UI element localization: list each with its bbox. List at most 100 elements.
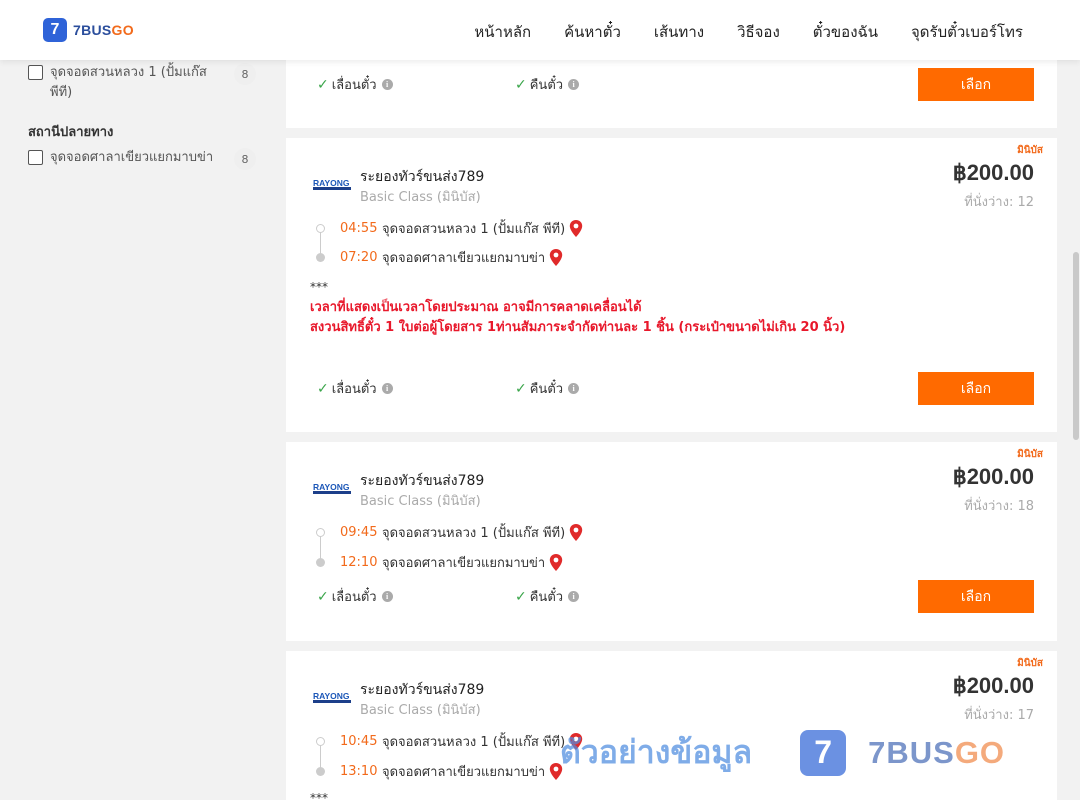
map-pin-icon[interactable]	[569, 220, 583, 237]
refund-ticket-label: คืนตั๋ว	[529, 78, 564, 93]
operator-logo: RAYONG	[313, 691, 351, 703]
operator-name: ระยองทัวร์ขนส่ง789	[360, 682, 485, 698]
nav-search-ticket[interactable]: ค้นหาตั๋ว	[564, 20, 621, 44]
refund-ticket-option: ✓ คืนตั๋ว i	[515, 586, 580, 607]
bus-type-badge: มินิบัส	[1017, 145, 1043, 156]
arrival-place: จุดจอดศาลาเขียวแยกมาบข่า	[382, 251, 546, 266]
info-icon[interactable]: i	[381, 383, 393, 394]
destination-filter-count: 8	[234, 148, 256, 170]
refund-ticket-option: ✓ คืนตั๋ว i	[515, 378, 580, 399]
bus-type-badge: มินิบัส	[1017, 658, 1043, 669]
departure-stop: 10:45 จุดจอดสวนหลวง 1 (ปั้มแก๊ส พีที)	[316, 731, 583, 752]
arrival-dot	[316, 253, 325, 262]
departure-stop: 09:45 จุดจอดสวนหลวง 1 (ปั้มแก๊ส พีที)	[316, 522, 583, 543]
change-ticket-option: ✓ เลื่อนตั๋ว i	[317, 74, 393, 95]
nav-ticket-pickup[interactable]: จุดรับตั๋วเบอร์โทร	[911, 20, 1023, 44]
origin-filter-item[interactable]: จุดจอดสวนหลวง 1 (ปั้มแก๊ส พีที) 8	[28, 63, 256, 103]
ticket-price: ฿200.00	[952, 464, 1034, 489]
trip-card-partial: ✓ เลื่อนตั๋ว i ✓ คืนตั๋ว i เลือก	[286, 50, 1057, 128]
info-icon[interactable]: i	[568, 79, 580, 90]
departure-place: จุดจอดสวนหลวง 1 (ปั้มแก๊ส พีที)	[382, 735, 566, 750]
change-ticket-label: เลื่อนตั๋ว	[331, 590, 377, 605]
logo-mark: 7	[43, 18, 67, 42]
operator-logo: RAYONG	[313, 482, 351, 494]
site-logo[interactable]: 7 7BUSGO	[43, 18, 134, 42]
nav-routes[interactable]: เส้นทาง	[654, 20, 704, 44]
change-ticket-label: เลื่อนตั๋ว	[331, 78, 377, 93]
change-ticket-option: ✓ เลื่อนตั๋ว i	[317, 378, 393, 399]
trip-card: มินิบัส RAYONG ระยองทัวร์ขนส่ง789 Basic …	[286, 138, 1057, 432]
arrival-dot	[316, 767, 325, 776]
check-icon: ✓	[515, 588, 527, 605]
info-icon[interactable]: i	[568, 383, 580, 394]
arrival-stop: 12:10 จุดจอดศาลาเขียวแยกมาบข่า	[316, 552, 563, 573]
svg-text:RAYONG: RAYONG	[313, 178, 350, 188]
trip-note-luggage: สงวนสิทธิ์ตั๋ว 1 ใบต่อผู้โดยสาร 1ท่านสัม…	[310, 320, 846, 335]
map-pin-icon[interactable]	[549, 554, 563, 571]
origin-filter-count: 8	[234, 63, 256, 85]
sample-watermark: ตัวอย่างข้อมูล 7 7BUSGO	[560, 727, 1005, 778]
bus-type-badge: มินิบัส	[1017, 449, 1043, 460]
check-icon: ✓	[515, 76, 527, 93]
operator-name: ระยองทัวร์ขนส่ง789	[360, 169, 485, 185]
arrival-place: จุดจอดศาลาเขียวแยกมาบข่า	[382, 556, 546, 571]
watermark-brand: 7BUSGO	[868, 734, 1006, 770]
check-icon: ✓	[317, 588, 329, 605]
map-pin-icon[interactable]	[549, 249, 563, 266]
change-ticket-label: เลื่อนตั๋ว	[331, 382, 377, 397]
ticket-price: ฿200.00	[952, 673, 1034, 698]
select-trip-button[interactable]: เลือก	[918, 372, 1034, 405]
arrival-time: 07:20	[340, 250, 378, 265]
note-stars: ***	[310, 280, 328, 294]
departure-place: จุดจอดสวนหลวง 1 (ปั้มแก๊ส พีที)	[382, 222, 566, 237]
info-icon[interactable]: i	[381, 79, 393, 90]
check-icon: ✓	[317, 76, 329, 93]
svg-text:RAYONG: RAYONG	[313, 691, 350, 701]
destination-filter-label: จุดจอดศาลาเขียวแยกมาบข่า	[50, 150, 214, 165]
operator-name: ระยองทัวร์ขนส่ง789	[360, 473, 485, 489]
main-nav: หน้าหลัก ค้นหาตั๋ว เส้นทาง วิธีจอง ตั๋วข…	[474, 20, 1023, 44]
select-trip-button[interactable]: เลือก	[918, 68, 1034, 101]
seats-available: ที่นั่งว่าง: 17	[964, 708, 1034, 723]
departure-dot	[316, 528, 325, 537]
destination-filter-item[interactable]: จุดจอดศาลาเขียวแยกมาบข่า 8	[28, 148, 256, 170]
destination-filter-checkbox[interactable]	[28, 150, 43, 165]
select-trip-button[interactable]: เลือก	[918, 580, 1034, 613]
nav-how-to-book[interactable]: วิธีจอง	[737, 20, 780, 44]
arrival-dot	[316, 558, 325, 567]
refund-ticket-label: คืนตั๋ว	[529, 382, 564, 397]
departure-dot	[316, 224, 325, 233]
bus-class: Basic Class (มินิบัส)	[360, 494, 481, 509]
origin-filter-checkbox[interactable]	[28, 65, 43, 80]
arrival-place: จุดจอดศาลาเขียวแยกมาบข่า	[382, 765, 546, 780]
arrival-time: 13:10	[340, 764, 378, 779]
refund-ticket-option: ✓ คืนตั๋ว i	[515, 74, 580, 95]
nav-my-tickets[interactable]: ตั๋วของฉัน	[813, 20, 878, 44]
operator-logo: RAYONG	[313, 178, 351, 190]
departure-dot	[316, 737, 325, 746]
arrival-stop: 07:20 จุดจอดศาลาเขียวแยกมาบข่า	[316, 247, 563, 268]
departure-time: 09:45	[340, 525, 378, 540]
svg-text:RAYONG: RAYONG	[313, 482, 350, 492]
check-icon: ✓	[515, 380, 527, 397]
arrival-stop: 13:10 จุดจอดศาลาเขียวแยกมาบข่า	[316, 761, 563, 782]
departure-time: 10:45	[340, 734, 378, 749]
bus-class: Basic Class (มินิบัส)	[360, 190, 481, 205]
info-icon[interactable]: i	[381, 591, 393, 602]
origin-filter-label: จุดจอดสวนหลวง 1 (ปั้มแก๊ส พีที)	[50, 65, 207, 100]
site-header: 7 7BUSGO หน้าหลัก ค้นหาตั๋ว เส้นทาง วิธี…	[0, 0, 1080, 60]
map-pin-icon[interactable]	[569, 524, 583, 541]
watermark-text: ตัวอย่างข้อมูล	[560, 733, 753, 771]
page-scrollbar[interactable]	[1072, 60, 1080, 800]
arrival-time: 12:10	[340, 555, 378, 570]
watermark-logo-mark: 7	[800, 729, 847, 776]
scrollbar-thumb[interactable]	[1073, 252, 1079, 440]
trip-card: มินิบัส RAYONG ระยองทัวร์ขนส่ง789 Basic …	[286, 442, 1057, 641]
destination-section-title: สถานีปลายทาง	[28, 125, 114, 140]
nav-home[interactable]: หน้าหลัก	[474, 20, 531, 44]
change-ticket-option: ✓ เลื่อนตั๋ว i	[317, 586, 393, 607]
seats-available: ที่นั่งว่าง: 18	[964, 499, 1034, 514]
departure-place: จุดจอดสวนหลวง 1 (ปั้มแก๊ส พีที)	[382, 526, 566, 541]
info-icon[interactable]: i	[568, 591, 580, 602]
check-icon: ✓	[317, 380, 329, 397]
